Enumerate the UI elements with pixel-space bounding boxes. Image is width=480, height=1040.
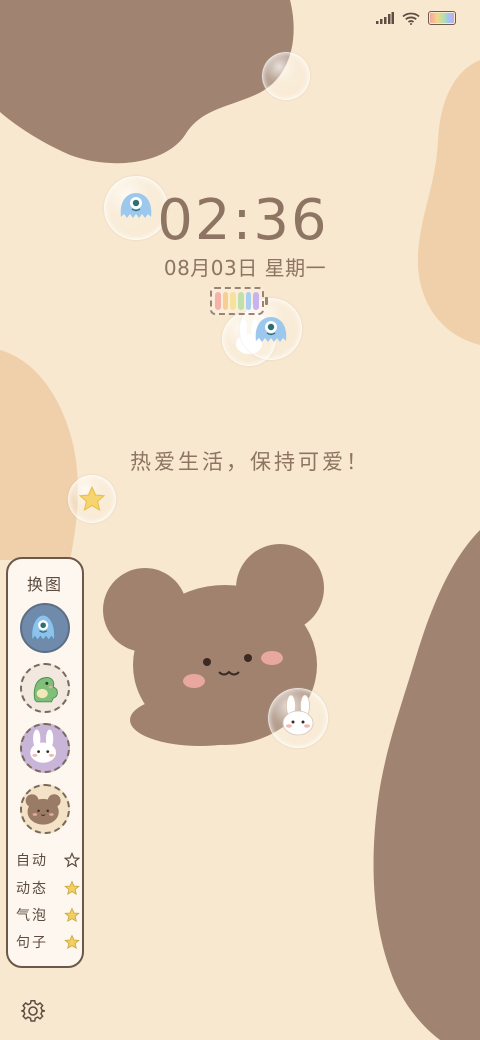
white-bunny-icon — [30, 729, 57, 763]
option-dynamic[interactable]: 动态 — [16, 878, 80, 898]
white-bunny-icon — [282, 694, 314, 736]
option-sentence[interactable]: 句子 — [16, 932, 80, 952]
gear-icon[interactable] — [20, 998, 46, 1024]
signal-bars-icon — [376, 12, 394, 24]
option-label: 动态 — [16, 881, 48, 897]
clock-time: 02:36 — [157, 188, 329, 253]
blue-monster-icon — [31, 614, 55, 641]
option-label: 气泡 — [16, 908, 48, 924]
bunny-bubble[interactable] — [268, 688, 328, 748]
green-dino-icon — [33, 677, 58, 703]
option-auto[interactable]: 自动 — [16, 850, 80, 870]
option-bubble[interactable]: 气泡 — [16, 905, 80, 925]
star-filled-icon — [78, 485, 106, 512]
theme-dinosaur-button[interactable] — [20, 663, 70, 713]
star-filled-icon — [64, 907, 80, 923]
rainbow-battery-widget-icon — [210, 287, 268, 315]
status-bar — [376, 11, 456, 25]
theme-monster-button[interactable] — [20, 603, 70, 653]
wifi-icon — [402, 12, 420, 25]
theme-bunny-button[interactable] — [20, 723, 70, 773]
side-panel: 换图 自动 动态 气泡 句子 — [6, 557, 84, 968]
brown-bear-icon — [25, 794, 61, 825]
star-bubble[interactable] — [68, 475, 116, 523]
clock-date: 08月03日 星期一 — [163, 256, 327, 280]
bubble[interactable] — [262, 52, 310, 100]
option-label: 句子 — [16, 935, 48, 951]
change-wallpaper-title[interactable]: 换图 — [8, 571, 82, 595]
slogan-text: 热爱生活，保持可爱！ — [130, 450, 370, 474]
star-filled-icon — [64, 880, 80, 896]
star-outline-icon — [64, 852, 80, 868]
theme-bear-button[interactable] — [20, 784, 70, 834]
option-label: 自动 — [16, 853, 48, 869]
star-filled-icon — [64, 934, 80, 950]
rainbow-battery-icon — [428, 11, 456, 25]
